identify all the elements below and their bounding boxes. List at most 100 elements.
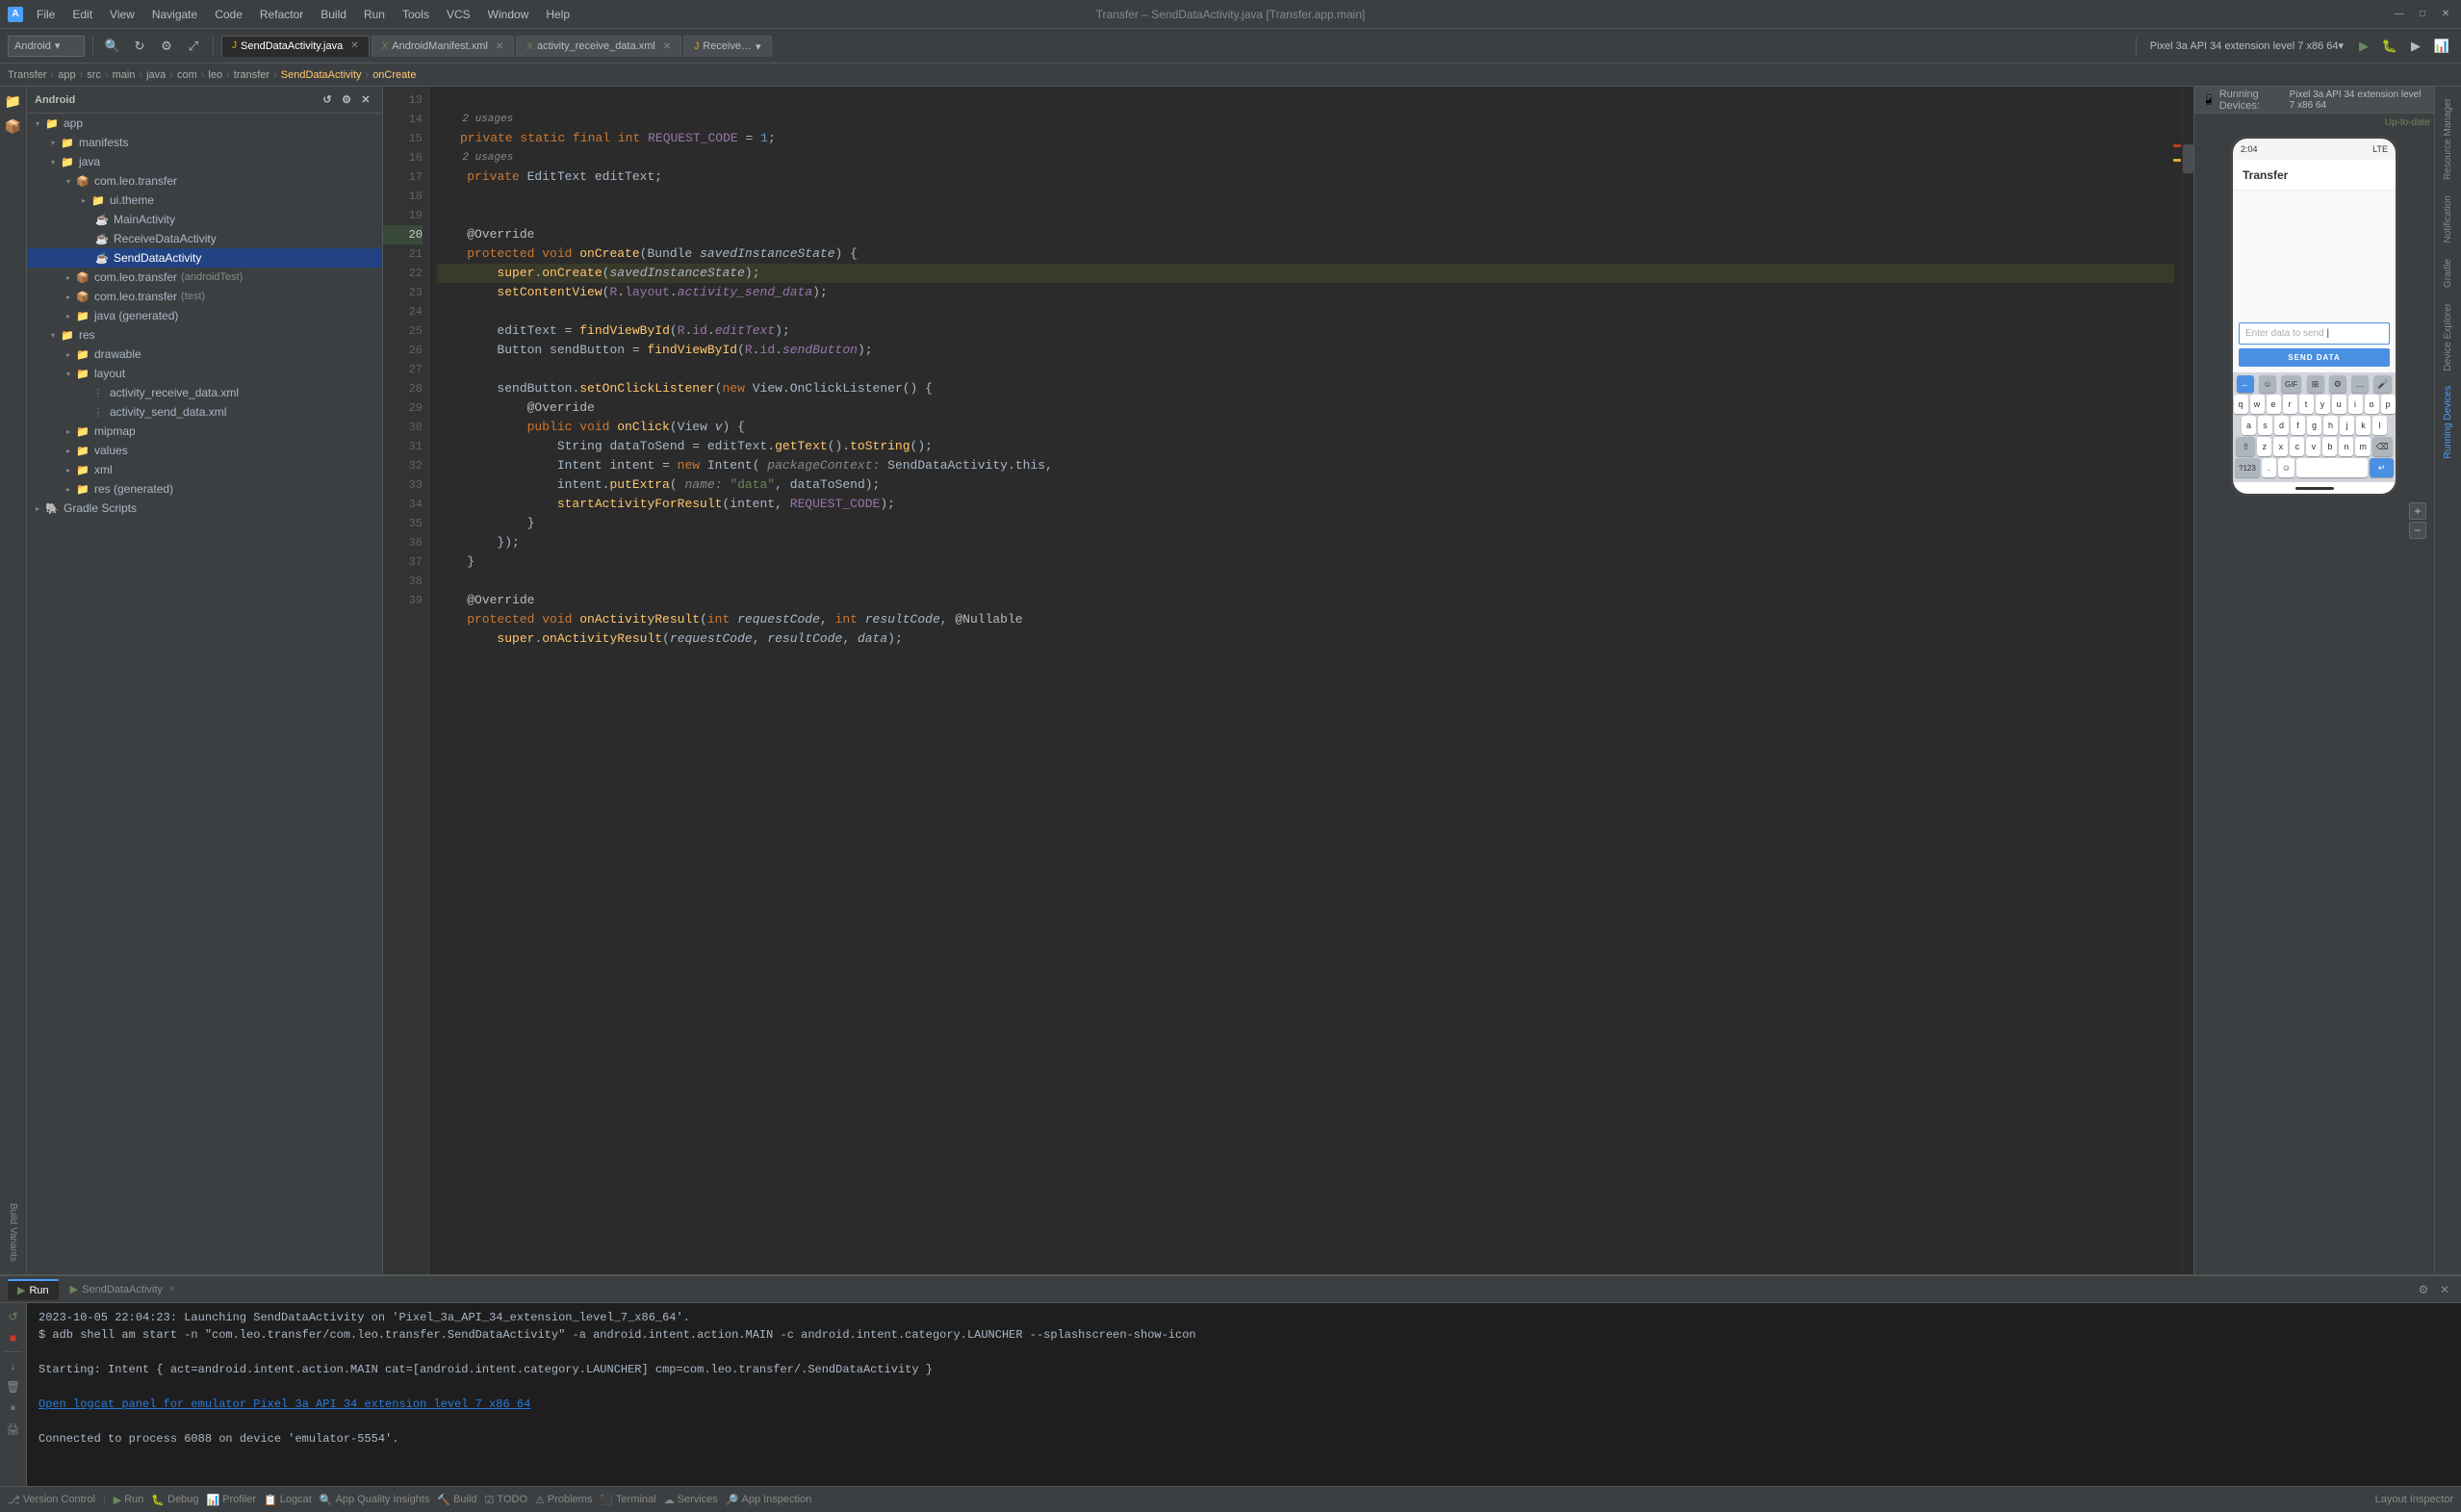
- status-profiler[interactable]: 📊 Profiler: [207, 1494, 257, 1506]
- search-everywhere-button[interactable]: 🔍: [101, 35, 124, 58]
- breadcrumb-leo[interactable]: leo: [208, 69, 222, 81]
- phone-keyboard[interactable]: ← ☺ GIF ⊞ ⚙ … 🎤 q w e r t: [2233, 372, 2396, 482]
- kbd-emoji-smile[interactable]: ☺: [2259, 375, 2276, 393]
- project-selector[interactable]: Android ▾: [8, 36, 85, 57]
- kbd-h[interactable]: h: [2323, 416, 2338, 435]
- right-tab-gradle[interactable]: Gradle: [2441, 251, 2455, 295]
- kbd-q[interactable]: q: [2234, 395, 2248, 414]
- build-variants-icon[interactable]: Build Variants: [3, 1193, 24, 1270]
- kbd-w[interactable]: w: [2250, 395, 2265, 414]
- tree-res[interactable]: ▾ 📁 res: [27, 325, 382, 345]
- kbd-m[interactable]: m: [2355, 437, 2371, 456]
- menu-run[interactable]: Run: [356, 6, 393, 23]
- tab-activity-receive[interactable]: X activity_receive_data.xml ✕: [516, 36, 681, 57]
- right-tab-device-explorer[interactable]: Device Explorer: [2441, 295, 2455, 379]
- tree-java-generated[interactable]: ▸ 📁 java (generated): [27, 306, 382, 325]
- kbd-back[interactable]: ←: [2237, 375, 2254, 393]
- kbd-k[interactable]: k: [2356, 416, 2371, 435]
- run-with-coverage[interactable]: ▶: [2404, 35, 2427, 58]
- breadcrumb-file[interactable]: SendDataActivity: [281, 69, 362, 81]
- window-controls[interactable]: — □ ✕: [2392, 7, 2453, 22]
- tree-activity-receive-xml[interactable]: ⋮ activity_receive_data.xml: [27, 383, 382, 402]
- menu-vcs[interactable]: VCS: [439, 6, 478, 23]
- project-panel-icon[interactable]: 📁: [3, 90, 24, 112]
- menu-code[interactable]: Code: [207, 6, 250, 23]
- tab-android-manifest[interactable]: X AndroidManifest.xml ✕: [372, 36, 515, 57]
- status-build[interactable]: 🔨 Build: [437, 1494, 476, 1506]
- editor-content[interactable]: 13 14 15 16 17 18 19 20 21 22 23 24 25 2…: [383, 87, 2193, 1274]
- status-services[interactable]: ☁ Services: [664, 1494, 718, 1506]
- status-debug[interactable]: 🐛 Debug: [151, 1494, 198, 1506]
- tab-close-run[interactable]: ✕: [168, 1284, 176, 1294]
- tab-send-data-activity[interactable]: J SendDataActivity.java ✕: [221, 36, 370, 57]
- bottom-tab-send-activity[interactable]: ▶ SendDataActivity ✕: [61, 1279, 186, 1300]
- tree-values[interactable]: ▸ 📁 values: [27, 441, 382, 460]
- status-todo[interactable]: ☑ TODO: [485, 1494, 527, 1506]
- run-panel-close[interactable]: ✕: [2436, 1281, 2453, 1298]
- breadcrumb-src[interactable]: src: [87, 69, 101, 81]
- kbd-gif[interactable]: GIF: [2281, 375, 2301, 393]
- status-problems[interactable]: ⚠ Problems: [535, 1494, 592, 1506]
- status-vcs[interactable]: ⎇ Version Control: [8, 1494, 95, 1506]
- clear-output-button[interactable]: 🗑: [4, 1377, 23, 1397]
- kbd-a[interactable]: a: [2242, 416, 2256, 435]
- tree-main-activity[interactable]: ☕ MainActivity: [27, 210, 382, 229]
- sidebar-gear-btn[interactable]: ⚙: [338, 91, 355, 109]
- kbd-more[interactable]: …: [2351, 375, 2369, 393]
- kbd-backspace[interactable]: ⌫: [2372, 437, 2393, 456]
- breadcrumb-transfer-pkg[interactable]: transfer: [234, 69, 269, 81]
- kbd-x[interactable]: x: [2273, 437, 2288, 456]
- breadcrumb-java[interactable]: java: [146, 69, 166, 81]
- tree-receive-activity[interactable]: ☕ ReceiveDataActivity: [27, 229, 382, 248]
- zoom-in-button[interactable]: +: [2409, 502, 2426, 520]
- kbd-emoji[interactable]: ☺: [2278, 458, 2294, 477]
- kbd-enter[interactable]: ↵: [2370, 458, 2394, 477]
- tree-layout[interactable]: ▾ 📁 layout: [27, 364, 382, 383]
- minimize-button[interactable]: —: [2392, 7, 2407, 22]
- bottom-tab-run[interactable]: ▶ Run: [8, 1279, 59, 1300]
- rerun-button[interactable]: ↺: [4, 1307, 23, 1326]
- logcat-link[interactable]: Open logcat panel for emulator Pixel 3a …: [38, 1397, 530, 1411]
- maximize-button[interactable]: □: [2415, 7, 2430, 22]
- right-tab-notification[interactable]: Notification: [2441, 188, 2455, 250]
- tree-mipmap[interactable]: ▸ 📁 mipmap: [27, 422, 382, 441]
- tab-receive-java[interactable]: J Receive… ▾: [683, 36, 771, 57]
- tab-close-receive[interactable]: ✕: [663, 41, 671, 52]
- kbd-clipboard[interactable]: ⊞: [2307, 375, 2324, 393]
- kbd-shift[interactable]: ⇧: [2236, 437, 2255, 456]
- menu-tools[interactable]: Tools: [395, 6, 437, 23]
- expand-button[interactable]: ⤢: [182, 35, 205, 58]
- status-app-quality[interactable]: 🔍 App Quality Insights: [320, 1494, 430, 1506]
- zoom-controls[interactable]: + −: [2194, 502, 2434, 539]
- tree-gradle-scripts[interactable]: ▸ 🐘 Gradle Scripts: [27, 499, 382, 518]
- kbd-mic[interactable]: 🎤: [2373, 375, 2392, 393]
- menu-edit[interactable]: Edit: [64, 6, 100, 23]
- run-config-dropdown[interactable]: Pixel 3a API 34 extension level 7 x86 64…: [2144, 35, 2349, 58]
- kbd-settings[interactable]: ⚙: [2329, 375, 2346, 393]
- kbd-s[interactable]: s: [2258, 416, 2272, 435]
- sidebar-close-btn[interactable]: ✕: [357, 91, 374, 109]
- menu-file[interactable]: File: [29, 6, 63, 23]
- status-run[interactable]: ▶ Run: [114, 1494, 144, 1506]
- kbd-t[interactable]: t: [2299, 395, 2314, 414]
- zoom-out-button[interactable]: −: [2409, 522, 2426, 539]
- scroll-end-button[interactable]: ↓: [4, 1356, 23, 1375]
- tree-app[interactable]: ▾ 📁 app: [27, 114, 382, 133]
- tree-android-test[interactable]: ▸ 📦 com.leo.transfer (androidTest): [27, 268, 382, 287]
- settings-button[interactable]: ⚙: [155, 35, 178, 58]
- right-tab-running-devices[interactable]: Running Devices: [2441, 378, 2455, 467]
- kbd-o[interactable]: o: [2365, 395, 2379, 414]
- tab-close-send[interactable]: ✕: [350, 40, 358, 51]
- kbd-n[interactable]: n: [2339, 437, 2353, 456]
- pause-output-button[interactable]: ⏸: [4, 1398, 23, 1418]
- sync-button[interactable]: ↻: [128, 35, 151, 58]
- run-panel-settings[interactable]: ⚙: [2415, 1281, 2432, 1298]
- status-app-inspection[interactable]: 🔎 App Inspection: [726, 1494, 811, 1506]
- menu-window[interactable]: Window: [480, 6, 537, 23]
- resource-manager-icon[interactable]: 📦: [3, 115, 24, 137]
- breadcrumb-com[interactable]: com: [177, 69, 197, 81]
- kbd-numbers[interactable]: ?123: [2235, 458, 2260, 477]
- kbd-b[interactable]: b: [2322, 437, 2337, 456]
- kbd-g[interactable]: g: [2307, 416, 2321, 435]
- status-logcat[interactable]: 📋 Logcat: [264, 1494, 312, 1506]
